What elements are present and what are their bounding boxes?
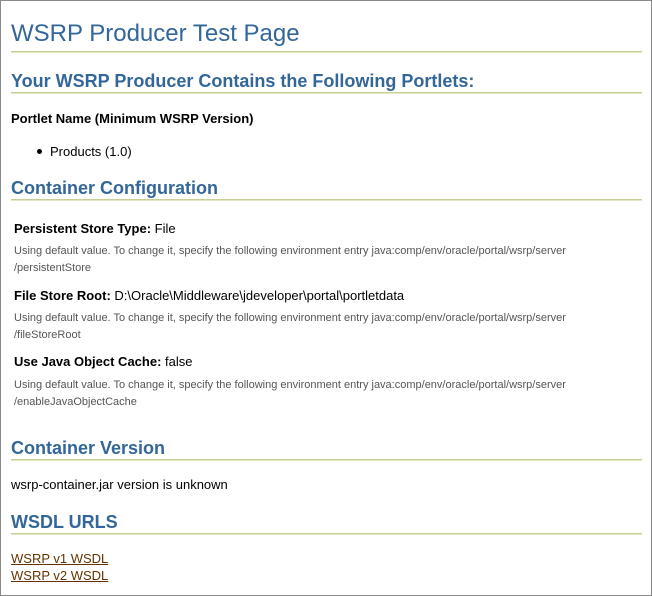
config-heading: Container Configuration [11, 178, 218, 198]
portlet-name: Products (1.0) [50, 144, 132, 159]
wsrp-v2-wsdl-link[interactable]: WSRP v2 WSDL [11, 567, 108, 584]
config-note-line: /persistentStore [14, 262, 92, 274]
version-text: wsrp-container.jar version is unknown [11, 477, 228, 492]
config-label: File Store Root: [14, 288, 111, 303]
config-value: File [154, 221, 176, 236]
config-entry-file-store-root: File Store Root: D:\Oracle\Middleware\jd… [14, 287, 404, 305]
page-frame: WSRP Producer Test Page Your WSRP Produc… [0, 0, 652, 596]
version-heading: Container Version [11, 438, 166, 458]
config-label: Persistent Store Type: [14, 221, 152, 236]
config-note: Using default value. To change it, speci… [14, 377, 639, 411]
portlet-column-label: Portlet Name (Minimum WSRP Version) [11, 111, 254, 126]
config-note-line: Using default value. To change it, speci… [14, 379, 566, 391]
wsdl-heading: WSDL URLS [11, 512, 118, 532]
config-note-line: Using default value. To change it, speci… [14, 312, 566, 324]
config-note-line: Using default value. To change it, speci… [14, 245, 566, 257]
page-title: WSRP Producer Test Page [11, 20, 300, 47]
config-label: Use Java Object Cache: [14, 354, 162, 369]
portlets-divider [11, 92, 642, 94]
bullet-icon [37, 149, 42, 155]
config-note-line: /enableJavaObjectCache [14, 396, 137, 408]
config-divider [11, 199, 642, 201]
wsrp-v1-wsdl-link[interactable]: WSRP v1 WSDL [11, 550, 108, 567]
config-note: Using default value. To change it, speci… [14, 243, 639, 277]
config-entry-java-object-cache: Use Java Object Cache: false [14, 353, 193, 371]
portlets-heading: Your WSRP Producer Contains the Followin… [11, 71, 475, 91]
portlet-list-item: Products (1.0) [37, 143, 132, 161]
config-note-line: /fileStoreRoot [14, 329, 81, 341]
config-note: Using default value. To change it, speci… [14, 310, 639, 344]
version-divider [11, 459, 642, 461]
config-value: false [165, 354, 193, 369]
config-entry-persistent-store: Persistent Store Type: File [14, 220, 176, 238]
wsdl-divider [11, 533, 642, 535]
config-value: D:\Oracle\Middleware\jdeveloper\portal\p… [114, 288, 405, 303]
title-divider [11, 51, 642, 53]
